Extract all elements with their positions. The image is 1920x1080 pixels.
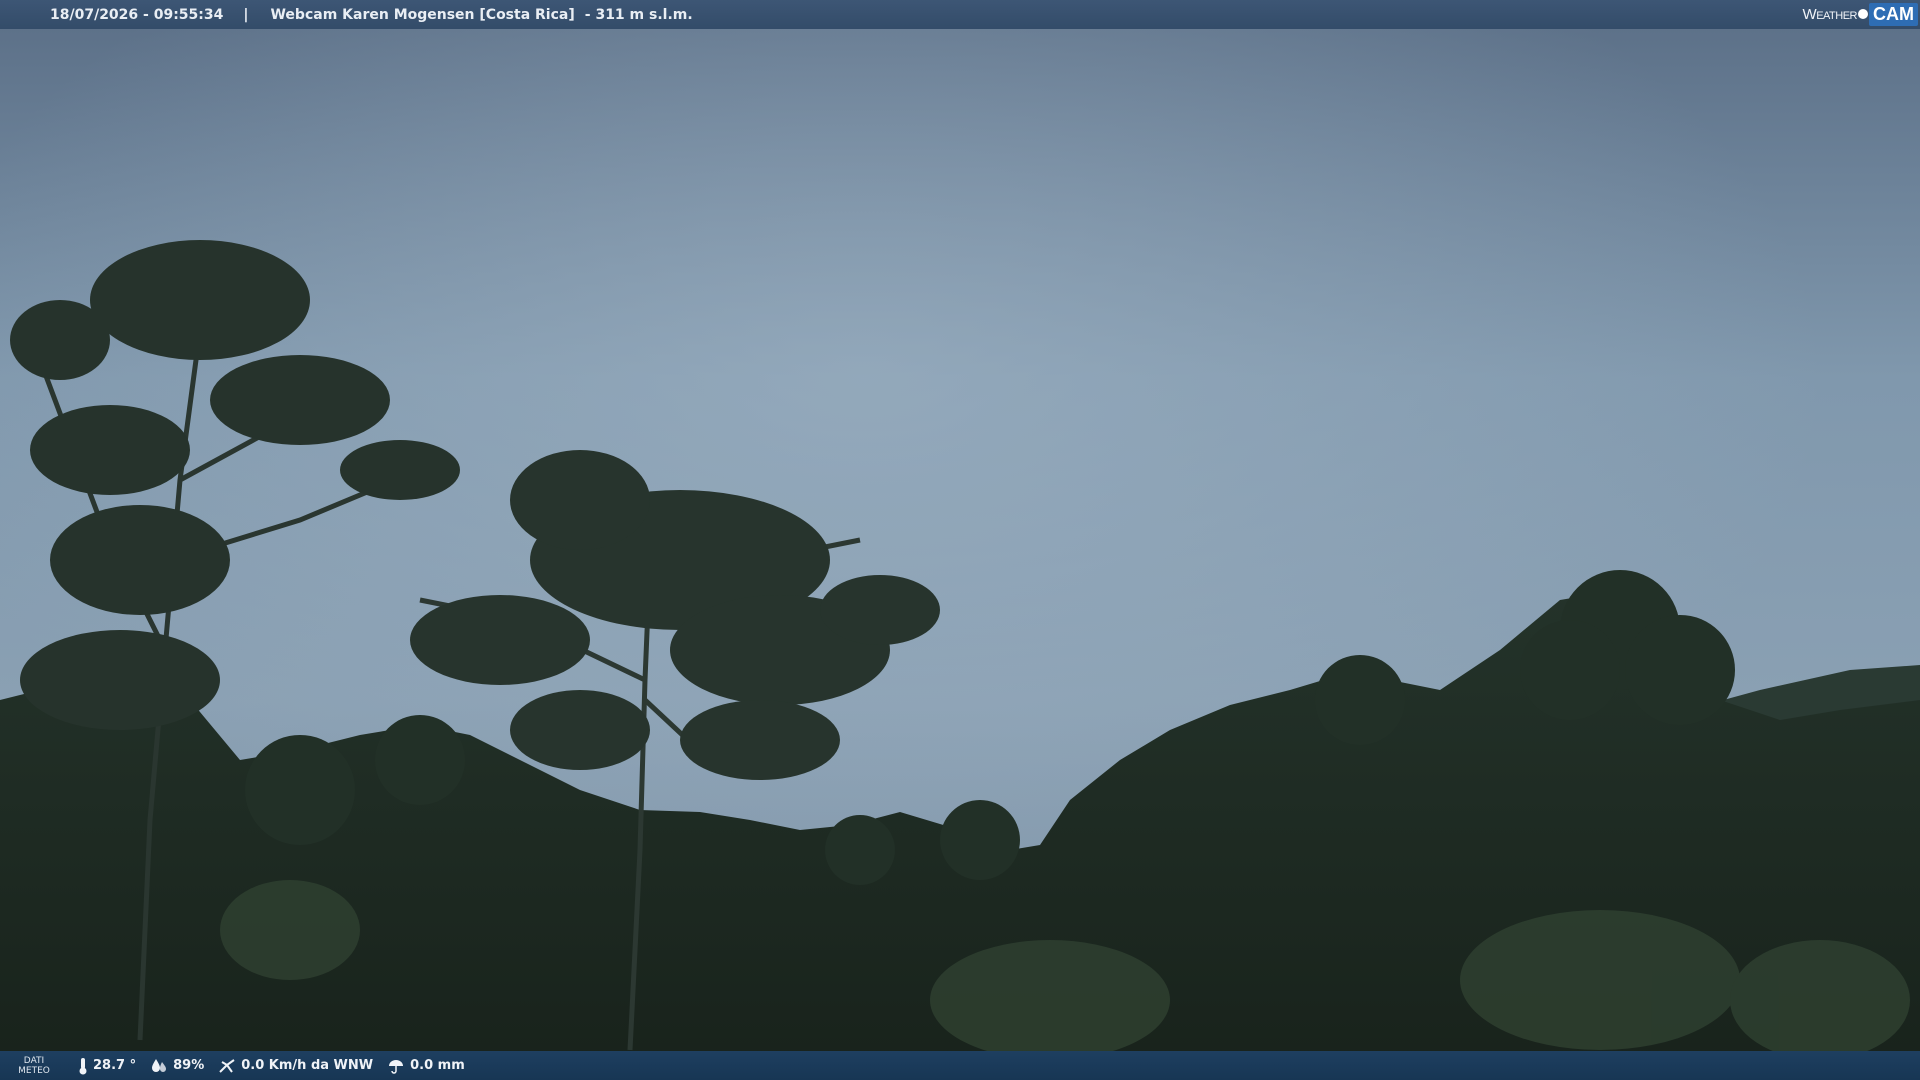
wind-value: 0.0 Km/h da WNW bbox=[241, 1058, 374, 1073]
logo-cam-text: CAM bbox=[1869, 2, 1918, 26]
dati-meteo-label: DATI METEO bbox=[18, 1055, 50, 1076]
humidity-icon bbox=[152, 1058, 167, 1072]
rain-value: 0.0 mm bbox=[410, 1058, 465, 1073]
rain-icon bbox=[389, 1059, 404, 1074]
weather-data-bar: DATI METEO 28.7 ° 89% 0.0 Km/h da WNW 0.… bbox=[0, 1051, 1920, 1080]
webcam-image bbox=[0, 0, 1920, 1080]
humidity-value: 89% bbox=[173, 1058, 205, 1073]
webcam-title: Webcam Karen Mogensen [Costa Rica] bbox=[270, 6, 575, 23]
weathercam-logo[interactable]: Weather CAM bbox=[1803, 2, 1918, 26]
logo-dot-icon bbox=[1858, 9, 1868, 19]
wind-icon bbox=[219, 1058, 235, 1073]
humidity-item: 89% bbox=[150, 1058, 204, 1074]
separator: | bbox=[243, 6, 249, 23]
thermometer-icon bbox=[79, 1057, 87, 1074]
temperature-item: 28.7 ° bbox=[78, 1057, 136, 1075]
logo-weather-text: Weather bbox=[1802, 5, 1858, 23]
top-info-bar: 18/07/2026 - 09:55:34 | Webcam Karen Mog… bbox=[0, 0, 1920, 29]
elevation: - 311 m s.l.m. bbox=[584, 6, 693, 23]
timestamp: 18/07/2026 - 09:55:34 bbox=[50, 6, 224, 23]
wind-item: 0.0 Km/h da WNW bbox=[218, 1058, 373, 1074]
rain-item: 0.0 mm bbox=[387, 1058, 465, 1074]
temperature-value: 28.7 ° bbox=[93, 1058, 137, 1073]
